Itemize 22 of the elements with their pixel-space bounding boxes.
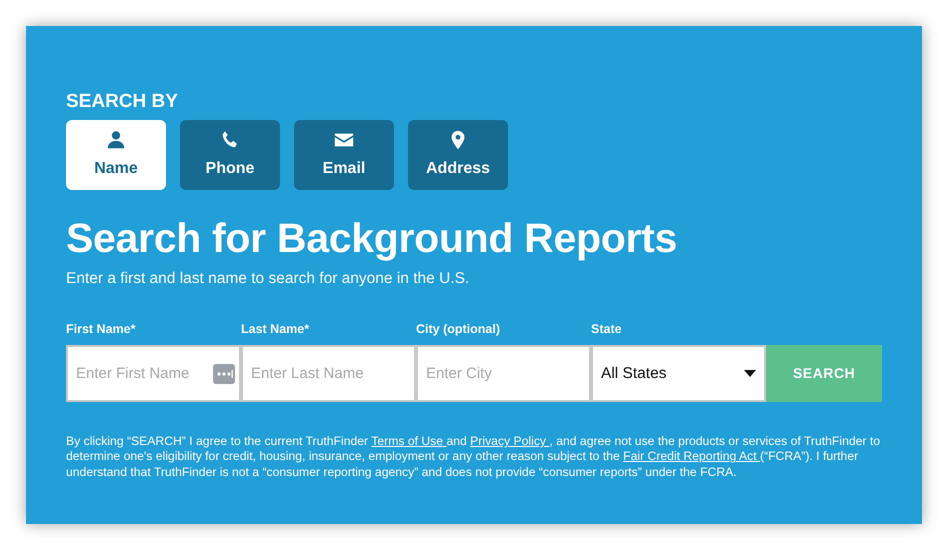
search-by-label: SEARCH BY	[66, 92, 179, 111]
subtitle: Enter a first and last name to search for anyone in the U.S.	[66, 269, 470, 290]
input-field[interactable]: Enter City	[416, 345, 591, 402]
field-label: City (optional)	[416, 321, 502, 338]
input-field[interactable]: Enter Last Name	[241, 345, 416, 402]
caret-icon	[744, 370, 756, 378]
search-tab[interactable]: Name	[66, 120, 166, 190]
person-icon	[105, 129, 127, 151]
field-label: First Name*	[66, 321, 136, 338]
field-label: State	[591, 321, 623, 338]
input-field[interactable]: Enter First Name	[66, 345, 241, 402]
disclaimer-link[interactable]: Privacy Policy	[470, 434, 550, 448]
autofill-icon[interactable]	[213, 364, 235, 384]
search-tab[interactable]: Email	[294, 120, 394, 190]
search-tab[interactable]: Phone	[180, 120, 280, 190]
disclaimer-link[interactable]: Terms of Use	[371, 434, 446, 448]
page-heading: Search for Background Reports	[66, 216, 678, 262]
search-tab[interactable]: Address	[408, 120, 508, 190]
state-dropdown[interactable]: All States	[591, 345, 766, 402]
field-label: Last Name*	[241, 321, 310, 338]
disclaimer-link[interactable]: Fair Credit Reporting Act	[623, 449, 760, 464]
disclaimer-text: By clicking “SEARCH” I agree to the current TruthFinder Terms of Use and Privacy Policy , and agree not use the products or services of TruthFinder to determine one's eligibility for credit, housing, insurance, employment or any other reason subject to the Fair Credit Reporting Act (“FCRA”). I further understand that TruthFinder is not a “consumer reporting agency” and does not provide “consumer reports” under the FCRA.	[66, 434, 882, 480]
